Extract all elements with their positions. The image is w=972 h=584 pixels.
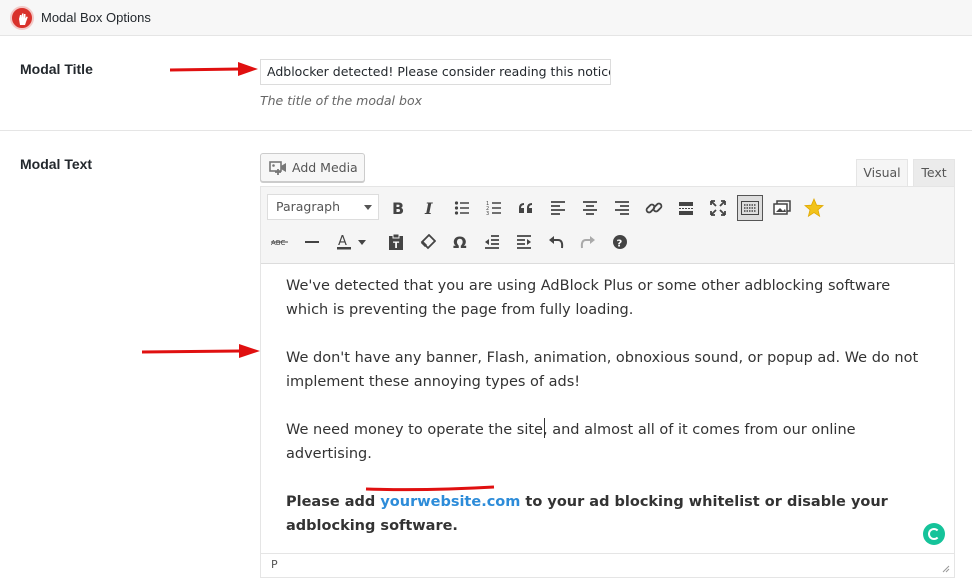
help-icon[interactable]: ? bbox=[607, 229, 633, 255]
special-character-icon[interactable]: Ω bbox=[447, 229, 473, 255]
align-left-icon[interactable] bbox=[545, 195, 571, 221]
add-media-button[interactable]: Add Media bbox=[260, 153, 365, 182]
chevron-down-icon bbox=[364, 205, 372, 210]
indent-icon[interactable] bbox=[511, 229, 537, 255]
section-divider bbox=[0, 130, 972, 131]
chevron-down-icon bbox=[358, 239, 366, 245]
fullscreen-icon[interactable] bbox=[705, 195, 731, 221]
add-media-icon bbox=[269, 161, 286, 175]
modal-title-input[interactable]: Adblocker detected! Please consider read… bbox=[260, 59, 611, 85]
content-paragraph: We don't have any banner, Flash, animati… bbox=[286, 350, 919, 390]
redo-icon[interactable] bbox=[575, 229, 601, 255]
tab-visual[interactable]: Visual bbox=[856, 159, 908, 187]
modal-title-description: The title of the modal box bbox=[260, 93, 422, 108]
svg-text:ABC: ABC bbox=[271, 239, 285, 247]
text-color-icon[interactable]: A bbox=[331, 229, 357, 255]
svg-text:A: A bbox=[338, 234, 347, 249]
modal-text-label: Modal Text bbox=[20, 156, 93, 172]
insert-media-icon[interactable] bbox=[769, 195, 795, 221]
editor-statusbar: P bbox=[261, 553, 954, 577]
svg-text:T: T bbox=[393, 241, 400, 251]
red-arrow-annotation bbox=[169, 62, 258, 76]
grammarly-icon[interactable] bbox=[923, 523, 945, 545]
element-path[interactable]: P bbox=[271, 558, 278, 571]
strikethrough-icon[interactable]: ABC bbox=[267, 229, 293, 255]
italic-icon[interactable]: I bbox=[417, 195, 443, 221]
bold-icon[interactable]: B bbox=[385, 195, 411, 221]
read-more-icon[interactable] bbox=[673, 195, 699, 221]
star-icon[interactable] bbox=[801, 195, 827, 221]
blockquote-icon[interactable] bbox=[513, 195, 539, 221]
modal-title-label: Modal Title bbox=[20, 61, 93, 77]
editor-toolbar: Paragraph B I 123 ABC A T Ω ? bbox=[261, 187, 954, 264]
bold-text-before: Please add bbox=[286, 494, 381, 510]
horizontal-line-icon[interactable] bbox=[299, 229, 325, 255]
align-right-icon[interactable] bbox=[609, 195, 635, 221]
red-underline-annotation bbox=[365, 485, 495, 492]
undo-icon[interactable] bbox=[543, 229, 569, 255]
add-media-label: Add Media bbox=[292, 160, 358, 175]
tab-text[interactable]: Text bbox=[913, 159, 955, 187]
resize-handle-icon[interactable] bbox=[942, 565, 950, 573]
format-select[interactable]: Paragraph bbox=[267, 194, 379, 220]
wysiwyg-editor: Paragraph B I 123 ABC A T Ω ? We've dete… bbox=[260, 186, 955, 578]
text-cursor bbox=[544, 418, 545, 438]
format-select-value: Paragraph bbox=[276, 199, 341, 214]
panel-title: Modal Box Options bbox=[41, 10, 151, 25]
svg-text:?: ? bbox=[617, 239, 623, 250]
content-paragraph-bold: Please add yourwebsite.com to your ad bl… bbox=[286, 490, 936, 538]
svg-text:3: 3 bbox=[486, 211, 489, 216]
clear-formatting-icon[interactable] bbox=[415, 229, 441, 255]
editor-content[interactable]: We've detected that you are using AdBloc… bbox=[286, 274, 936, 562]
svg-text:Ω: Ω bbox=[453, 234, 467, 250]
website-link[interactable]: yourwebsite.com bbox=[380, 494, 520, 510]
panel-header: Modal Box Options bbox=[0, 0, 972, 36]
paste-text-icon[interactable]: T bbox=[383, 229, 409, 255]
stop-hand-icon bbox=[10, 6, 34, 30]
text-color-dropdown[interactable] bbox=[355, 229, 369, 255]
content-paragraph: We've detected that you are using AdBloc… bbox=[286, 278, 891, 318]
toolbar-toggle-icon[interactable] bbox=[737, 195, 763, 221]
numbered-list-icon[interactable]: 123 bbox=[481, 195, 507, 221]
svg-text:I: I bbox=[424, 200, 433, 216]
red-arrow-annotation bbox=[141, 344, 260, 358]
content-paragraph: We need money to operate the site, and a… bbox=[286, 422, 856, 462]
link-icon[interactable] bbox=[641, 195, 667, 221]
svg-text:B: B bbox=[392, 200, 404, 216]
align-center-icon[interactable] bbox=[577, 195, 603, 221]
bullet-list-icon[interactable] bbox=[449, 195, 475, 221]
outdent-icon[interactable] bbox=[479, 229, 505, 255]
